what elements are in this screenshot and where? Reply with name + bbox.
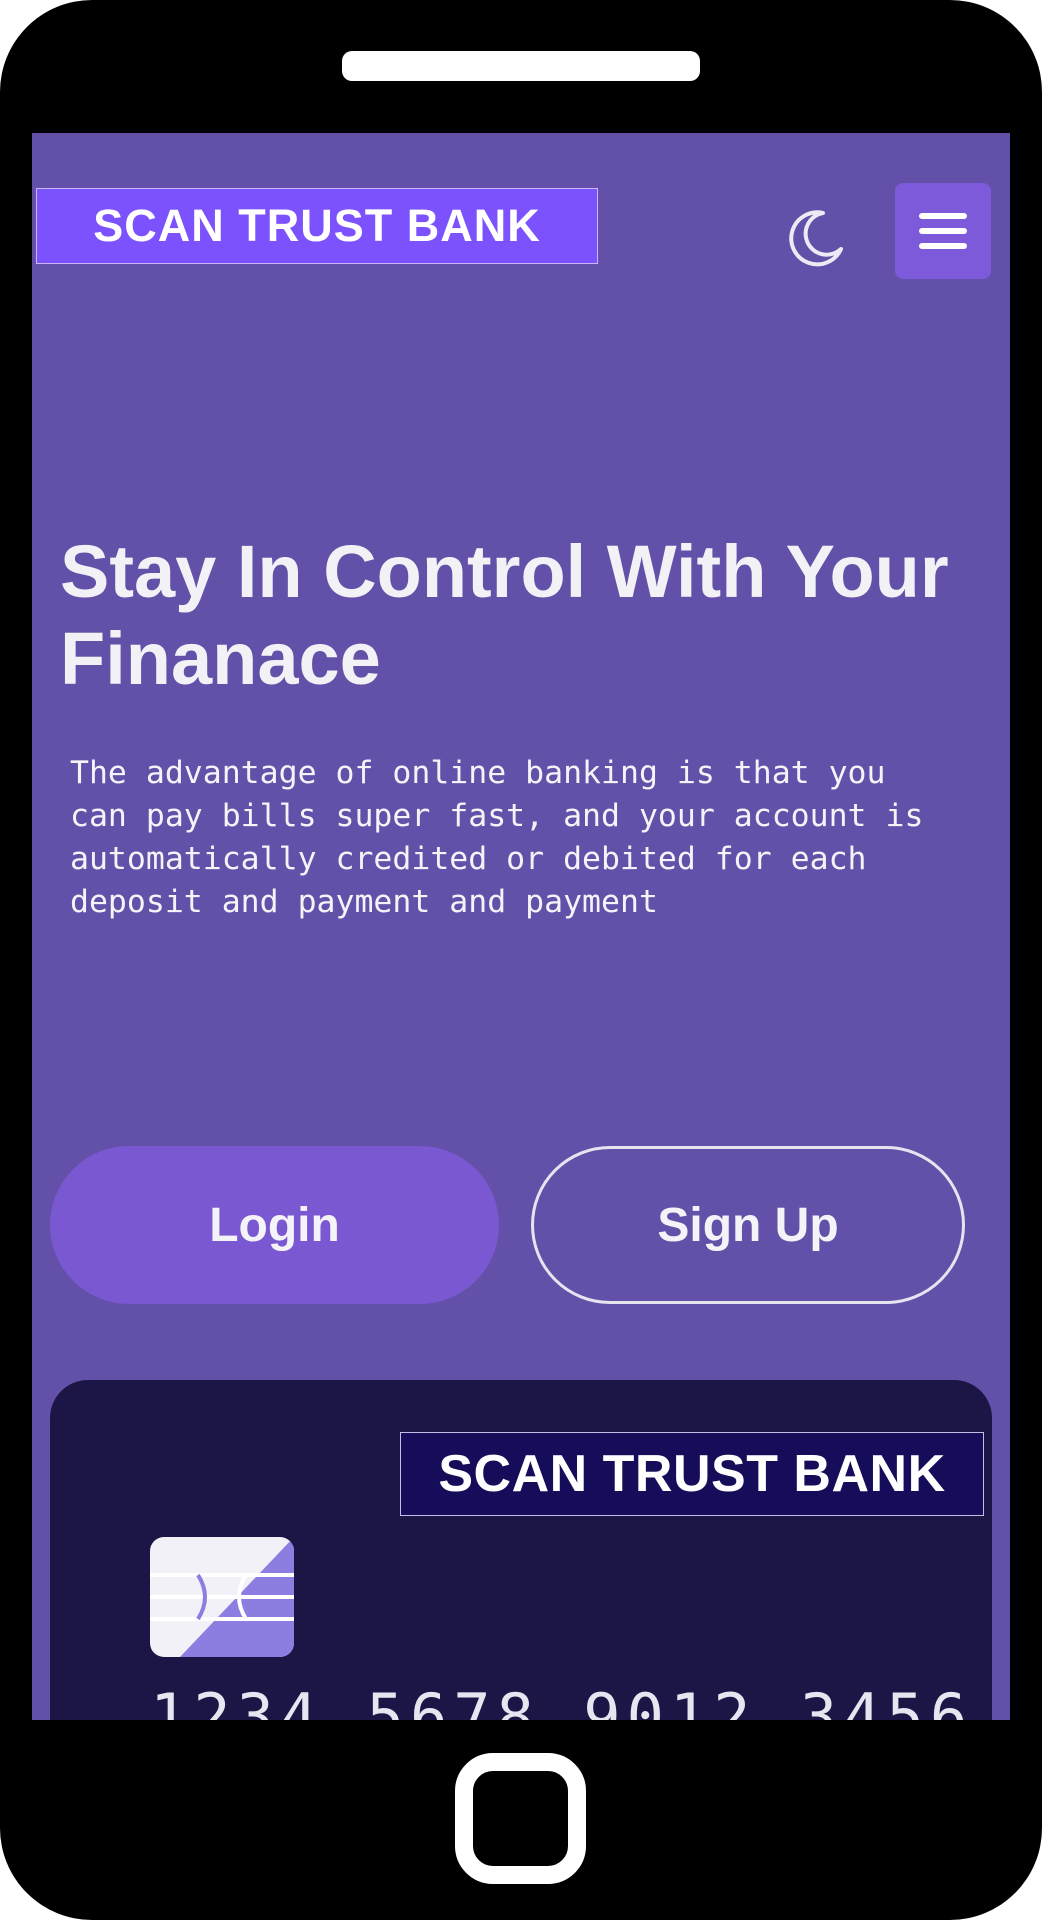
moon-icon bbox=[789, 210, 843, 267]
home-button[interactable] bbox=[455, 1753, 586, 1884]
bank-card: SCAN TRUST BANK 1234 5678 9012 3456 bbox=[50, 1380, 992, 1720]
theme-toggle-button[interactable] bbox=[779, 201, 851, 273]
card-number: 1234 5678 9012 3456 bbox=[150, 1680, 974, 1720]
hero-title: Stay In Control With Your Finanace bbox=[60, 530, 949, 700]
card-brand-logo: SCAN TRUST BANK bbox=[400, 1432, 984, 1516]
brand-logo[interactable]: SCAN TRUST BANK bbox=[36, 188, 598, 264]
signup-button[interactable]: Sign Up bbox=[531, 1146, 965, 1304]
phone-speaker bbox=[342, 51, 700, 81]
hamburger-menu-icon bbox=[919, 213, 967, 249]
home-button-inner bbox=[483, 1781, 558, 1856]
hero-description: The advantage of online banking is that … bbox=[70, 755, 924, 920]
card-chip-icon bbox=[150, 1537, 294, 1657]
app-screen: SCAN TRUST BANK Stay In Control With You… bbox=[32, 133, 1010, 1720]
phone-frame: SCAN TRUST BANK Stay In Control With You… bbox=[0, 0, 1042, 1920]
menu-button[interactable] bbox=[895, 183, 991, 279]
login-button[interactable]: Login bbox=[50, 1146, 499, 1304]
